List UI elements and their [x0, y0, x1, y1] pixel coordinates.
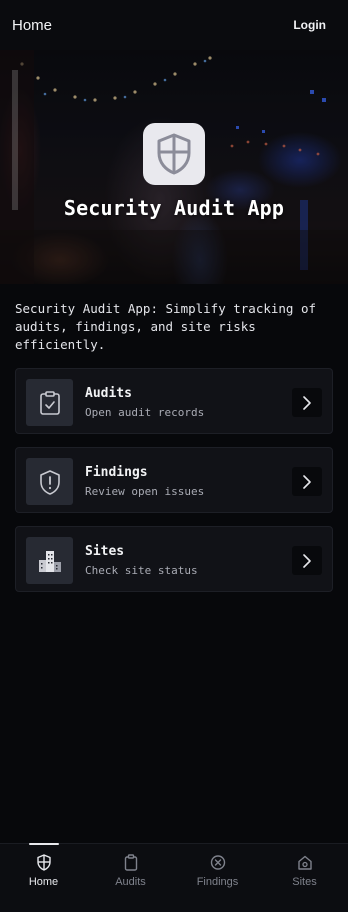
nav-home[interactable]: Home: [0, 843, 87, 912]
house-icon: [297, 855, 312, 870]
card-title: Audits: [85, 386, 132, 401]
shield-alert-icon: [39, 469, 60, 495]
card-subtitle: Check site status: [85, 564, 198, 577]
sites-open-button[interactable]: [292, 546, 322, 575]
hero-title: Security Audit App: [63, 196, 285, 220]
app-logo: [143, 123, 205, 185]
audits-card[interactable]: Audits Open audit records: [15, 368, 333, 434]
intro-text: Security Audit App: Simplify tracking of…: [15, 301, 317, 352]
nav-sites[interactable]: Sites: [261, 844, 348, 912]
audits-thumbnail: [26, 379, 73, 426]
active-tab-indicator: [28, 843, 59, 845]
login-button[interactable]: Login: [293, 18, 326, 32]
clipboard-check-icon: [39, 390, 60, 415]
clipboard-icon: [124, 854, 137, 871]
top-app-bar: Home Login: [0, 0, 348, 50]
card-subtitle: Review open issues: [85, 485, 205, 498]
nav-audits[interactable]: Audits: [87, 844, 174, 912]
sites-card[interactable]: Sites Check site status: [15, 526, 333, 592]
hero-banner: Security Audit App: [0, 50, 348, 284]
sites-thumbnail: [26, 537, 73, 584]
chevron-right-icon: [303, 474, 311, 489]
chevron-right-icon: [303, 395, 311, 410]
page-title: Home: [12, 16, 53, 34]
shield-icon: [36, 854, 51, 871]
findings-thumbnail: [26, 458, 73, 505]
shield-icon: [157, 133, 191, 175]
nav-label: Home: [28, 876, 59, 888]
card-subtitle: Open audit records: [85, 406, 205, 419]
card-title: Findings: [85, 465, 148, 480]
nav-label: Sites: [292, 876, 317, 888]
chevron-right-icon: [303, 553, 311, 568]
nav-findings[interactable]: Findings: [174, 844, 261, 912]
nav-label: Findings: [196, 876, 239, 888]
building-icon: [38, 550, 61, 572]
card-title: Sites: [85, 544, 125, 559]
bottom-navigation: Home Audits Findings Sites: [0, 843, 348, 912]
findings-card[interactable]: Findings Review open issues: [15, 447, 333, 513]
findings-open-button[interactable]: [292, 467, 322, 496]
nav-label: Audits: [115, 876, 146, 888]
x-circle-icon: [210, 855, 225, 870]
audits-open-button[interactable]: [292, 388, 322, 417]
